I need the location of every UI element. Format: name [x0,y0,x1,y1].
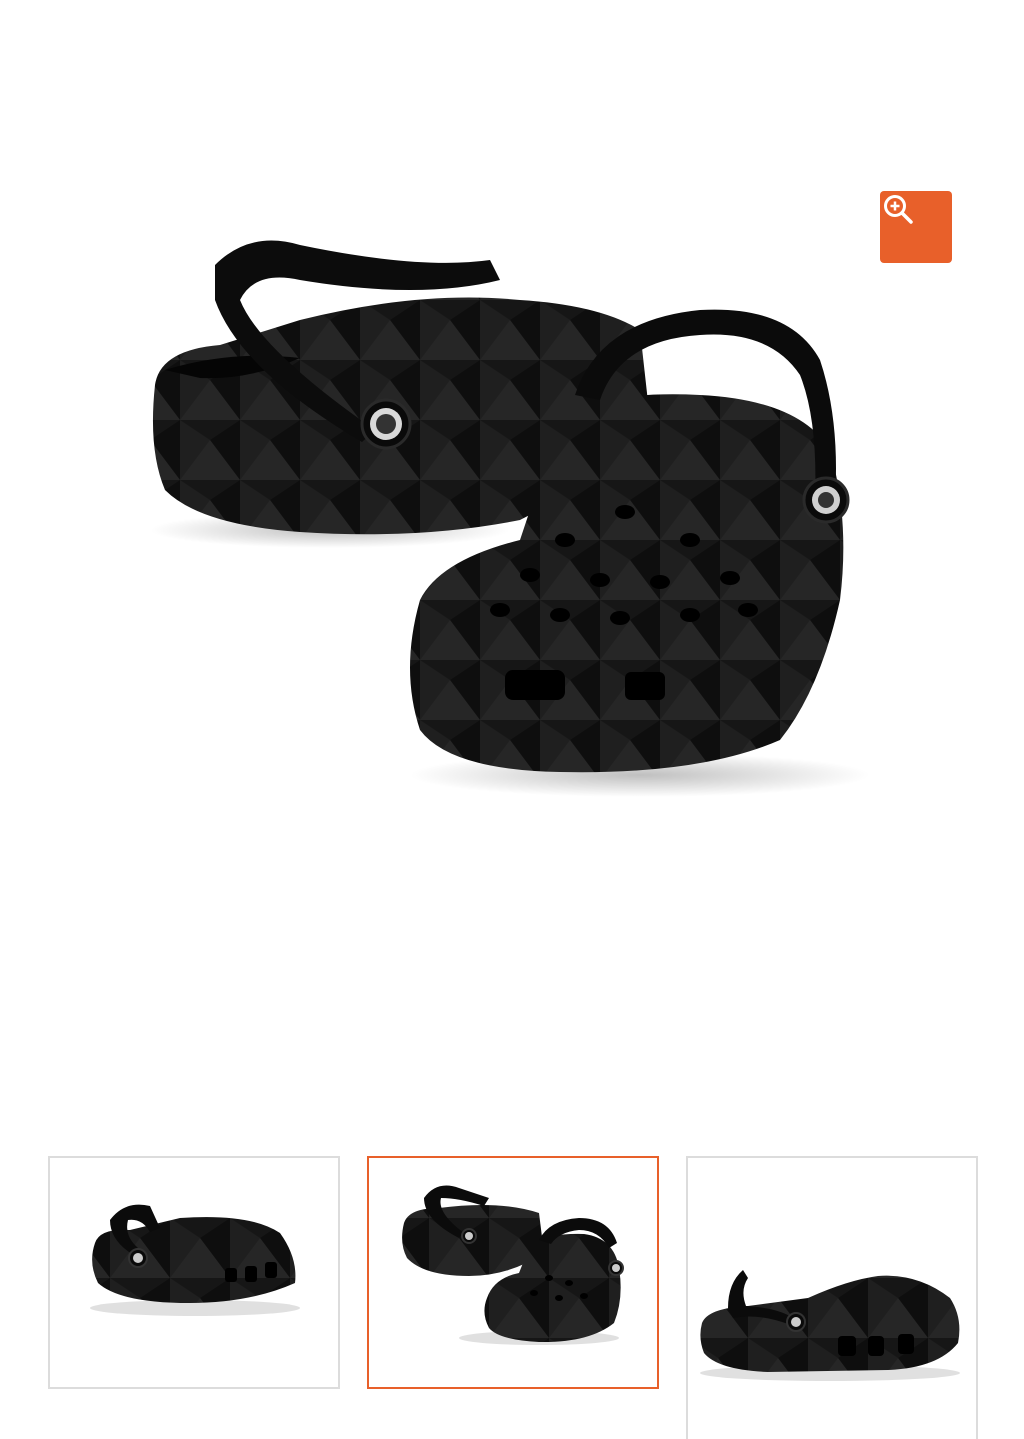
thumbnail-2[interactable] [367,1156,659,1389]
thumbnail-image [402,1185,624,1345]
thumbnail-1[interactable] [48,1156,340,1389]
main-product-image[interactable] [0,0,1024,1100]
thumbnail-3[interactable] [686,1156,978,1439]
clog-pair-image [150,240,870,797]
thumbnail-strip [0,1150,1024,1439]
thumbnail-image [90,1204,300,1316]
thumbnail-image [700,1270,960,1381]
zoom-button[interactable] [880,191,952,263]
zoom-in-icon [884,195,913,224]
